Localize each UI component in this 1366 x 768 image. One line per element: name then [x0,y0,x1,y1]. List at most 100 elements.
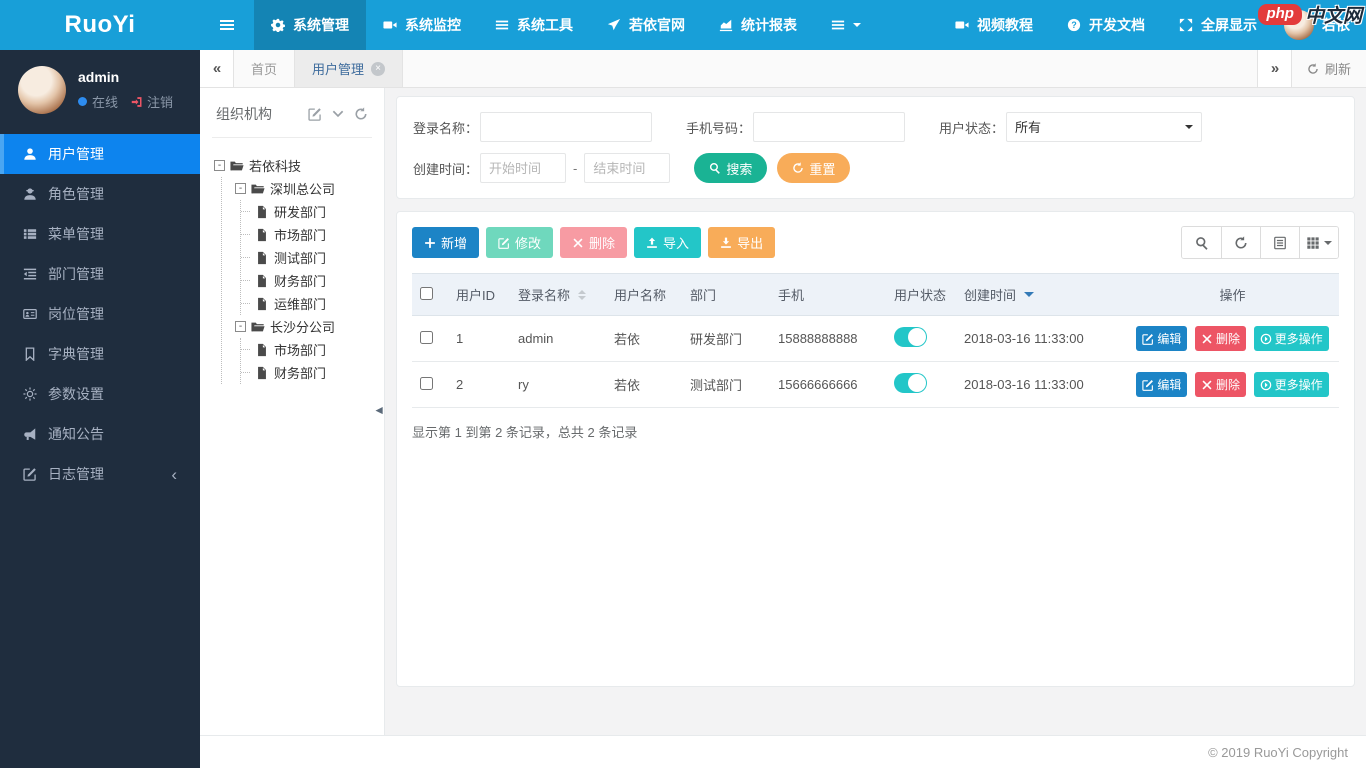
table-header-row: 用户ID 登录名称 用户名称 部门 手机 用户状态 创建时间 操作 [412,273,1339,316]
edit-square-icon[interactable] [308,107,322,121]
sidebar-item-role-mgmt[interactable]: 角色管理 [0,174,200,214]
page-footer: © 2019 RuoYi Copyright [200,735,1366,768]
tree-node-leaf[interactable]: 市场部门 [241,338,372,361]
row-more-actions-button[interactable]: 更多操作 [1253,372,1329,397]
tab-home[interactable]: 首页 [234,50,296,87]
phone-input[interactable] [753,112,906,142]
row-delete-button[interactable]: 删除 [1194,372,1246,397]
start-date-input[interactable] [480,153,567,183]
sidebar-item-menu-mgmt[interactable]: 菜单管理 [0,214,200,254]
row-checkbox[interactable] [420,330,433,344]
search-button[interactable]: 搜索 [694,153,768,183]
table-detail-view-button[interactable] [1260,227,1299,258]
row-edit-button[interactable]: 编辑 [1136,372,1188,397]
app-logo: RuoYi [0,0,200,50]
outdent-icon [23,267,37,281]
content-row: 组织机构 - 若依科技 - 深圳总公司 研发部门 市场部门 测试部门 财务部门 … [200,88,1366,735]
gear-icon [271,18,285,32]
sidebar-item-dept-mgmt[interactable]: 部门管理 [0,254,200,294]
collapse-box-icon[interactable]: - [214,160,225,171]
collapse-box-icon[interactable]: - [235,183,246,194]
chevron-down-icon[interactable] [331,107,345,121]
sidebar-item-post-mgmt[interactable]: 岗位管理 [0,294,200,334]
tabs-scroll-left-button[interactable]: « [200,50,234,87]
tab-user-mgmt[interactable]: 用户管理 × [295,50,404,87]
table-tools-group [1181,226,1339,259]
tree-node-branch[interactable]: - 深圳总公司 [235,177,372,200]
list-detail-icon [1273,236,1287,250]
table-search-toggle-button[interactable] [1182,227,1221,258]
watermark-text: 中文网 [1304,6,1362,27]
sidebar-toggle-button[interactable] [200,17,254,33]
panel-collapse-arrow[interactable]: ◄ [373,403,385,417]
end-date-input[interactable] [584,153,671,183]
row-delete-button[interactable]: 删除 [1194,326,1246,351]
cell-dept: 测试部门 [682,361,770,408]
import-button[interactable]: 导入 [634,227,702,258]
user-avatar[interactable] [18,66,66,114]
row-checkbox[interactable] [420,376,433,390]
col-phone: 手机 [770,273,886,316]
close-icon[interactable]: × [371,61,386,76]
nav-system-tools[interactable]: 系统工具 [478,0,590,50]
user-status-select[interactable]: 所有 [1006,112,1203,142]
org-tree-title: 组织机构 [216,106,272,122]
collapse-box-icon[interactable]: - [235,321,246,332]
tree-node-leaf[interactable]: 运维部门 [241,292,372,315]
status-toggle[interactable] [894,327,927,347]
login-name-input[interactable] [480,112,653,142]
table-refresh-button[interactable] [1221,227,1260,258]
file-icon [255,343,269,357]
refresh-icon[interactable] [354,107,368,121]
sidebar-item-notice[interactable]: 通知公告 [0,414,200,454]
tree-node-leaf[interactable]: 测试部门 [241,246,372,269]
nav-video-tutorial[interactable]: 视频教程 [938,0,1050,50]
edit-square-icon [1142,333,1154,345]
nav-system-monitor[interactable]: 系统监控 [366,0,478,50]
logout-link[interactable]: 注销 [131,92,173,111]
col-login-name[interactable]: 登录名称 [510,273,606,316]
question-circle-icon [1067,18,1081,32]
tree-node-leaf[interactable]: 研发部门 [241,200,372,223]
tabs-scroll-right-button[interactable]: » [1256,50,1291,87]
col-user-name: 用户名称 [606,273,682,316]
table-row: 2 ry 若依 测试部门 15666666666 2018-03-16 11:3… [412,361,1339,408]
export-button[interactable]: 导出 [708,227,776,258]
php-badge: php [1258,4,1302,25]
sidebar-item-dict-mgmt[interactable]: 字典管理 [0,334,200,374]
add-button[interactable]: 新增 [412,227,480,258]
tab-refresh-button[interactable]: 刷新 [1290,50,1366,87]
row-edit-button[interactable]: 编辑 [1136,326,1188,351]
nav-more-menu[interactable] [814,0,878,50]
phone-label: 手机号码： [686,120,752,136]
reset-button[interactable]: 重置 [777,153,851,183]
search-icon [709,162,721,174]
nav-system-mgmt[interactable]: 系统管理 [254,0,366,50]
nav-dev-docs[interactable]: 开发文档 [1050,0,1162,50]
delete-button[interactable]: 删除 [560,227,628,258]
edit-square-icon [23,467,37,481]
row-more-actions-button[interactable]: 更多操作 [1253,326,1329,351]
tree-node-leaf[interactable]: 市场部门 [241,223,372,246]
tree-node-leaf[interactable]: 财务部门 [241,269,372,292]
tree-node-root[interactable]: - 若依科技 [214,154,372,177]
sidebar-item-param-settings[interactable]: 参数设置 [0,374,200,414]
edit-button[interactable]: 修改 [486,227,554,258]
caret-right-circle-icon [1260,333,1272,345]
sidebar-item-user-mgmt[interactable]: 用户管理 [0,134,200,174]
nav-statistics[interactable]: 统计报表 [702,0,814,50]
x-icon [1201,379,1213,391]
search-icon [1195,236,1209,250]
nav-fullscreen[interactable]: 全屏显示 [1162,0,1274,50]
status-toggle[interactable] [894,373,927,393]
table-columns-button[interactable] [1299,227,1338,258]
tree-node-leaf[interactable]: 财务部门 [241,361,372,384]
tree-node-branch[interactable]: - 长沙分公司 [235,315,372,338]
select-all-checkbox[interactable] [420,286,433,300]
col-created[interactable]: 创建时间 [956,273,1126,316]
caret-down-icon [853,23,861,31]
sidebar-item-log-mgmt[interactable]: 日志管理 ‹ [0,454,200,494]
file-icon [255,297,269,311]
nav-official-site[interactable]: 若依官网 [590,0,702,50]
cell-phone: 15666666666 [770,361,886,408]
